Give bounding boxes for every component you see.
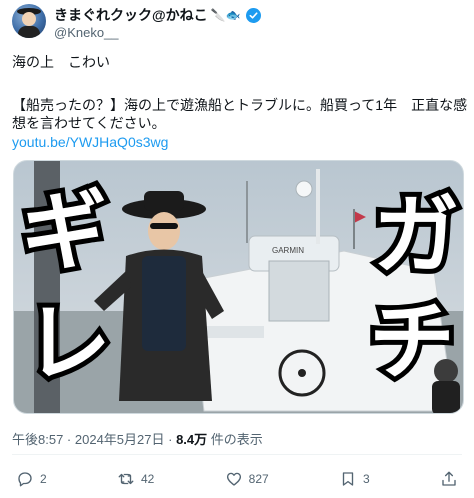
views-label: 件の表示: [207, 432, 263, 447]
like-button[interactable]: 827: [225, 470, 269, 488]
views-count[interactable]: 8.4万: [176, 432, 207, 447]
share-button[interactable]: [440, 470, 458, 488]
heart-icon: [226, 472, 241, 486]
overlay-text-left-1: ギ: [21, 182, 107, 282]
bookmark-icon: [342, 472, 354, 486]
verified-badge-icon: [245, 7, 261, 23]
meta-separator-2: ·: [164, 432, 177, 447]
tweet-text-line-2: 【船売ったの？】海の上で遊漁船とトラブルに。船買って1年 正直な感: [12, 97, 468, 113]
video-thumbnail[interactable]: GARMIN ギ レ ガ チ: [13, 160, 464, 414]
overlay-text-left-2: レ: [25, 294, 111, 394]
tweet-meta: 午後8:57 · 2024年5月27日 · 8.4万 件の表示: [12, 429, 263, 448]
author-name-row[interactable]: きまぐれクック@かねこ 🔪🐟: [54, 6, 261, 24]
reply-button[interactable]: 2: [16, 470, 47, 488]
boat-brand-label: GARMIN: [272, 246, 304, 255]
reply-icon: [18, 472, 32, 487]
retweet-icon: [118, 473, 134, 485]
retweet-count: 42: [140, 472, 155, 486]
bookmark-button[interactable]: 3: [339, 470, 370, 488]
like-count: 827: [248, 472, 269, 486]
avatar[interactable]: [12, 4, 46, 38]
tweet-header: きまぐれクック@かねこ 🔪🐟 @Kneko__: [12, 4, 462, 44]
tweet-text-line-3: 想を言わせてください。: [12, 115, 166, 131]
tweet-date[interactable]: 2024年5月27日: [75, 432, 165, 447]
tweet-text-line-1: 海の上 こわい: [12, 54, 110, 70]
share-icon: [442, 471, 456, 486]
badge-emojis: 🔪🐟: [210, 8, 241, 22]
tweet-time[interactable]: 午後8:57: [12, 432, 63, 447]
retweet-button[interactable]: 42: [117, 470, 154, 488]
reply-count: 2: [40, 472, 47, 486]
author-handle[interactable]: @Kneko__: [54, 25, 119, 40]
tweet-link[interactable]: youtu.be/YWJHaQ0s3wg: [12, 133, 168, 151]
meta-separator: ·: [63, 432, 75, 447]
display-name[interactable]: きまぐれクック@かねこ: [54, 5, 208, 25]
divider: [12, 454, 462, 455]
bookmark-count: 3: [362, 472, 370, 486]
overlay-text-right-2: チ: [369, 292, 455, 392]
action-bar: 2 42 827 3: [12, 462, 462, 496]
overlay-text-right-1: ガ: [373, 186, 459, 286]
